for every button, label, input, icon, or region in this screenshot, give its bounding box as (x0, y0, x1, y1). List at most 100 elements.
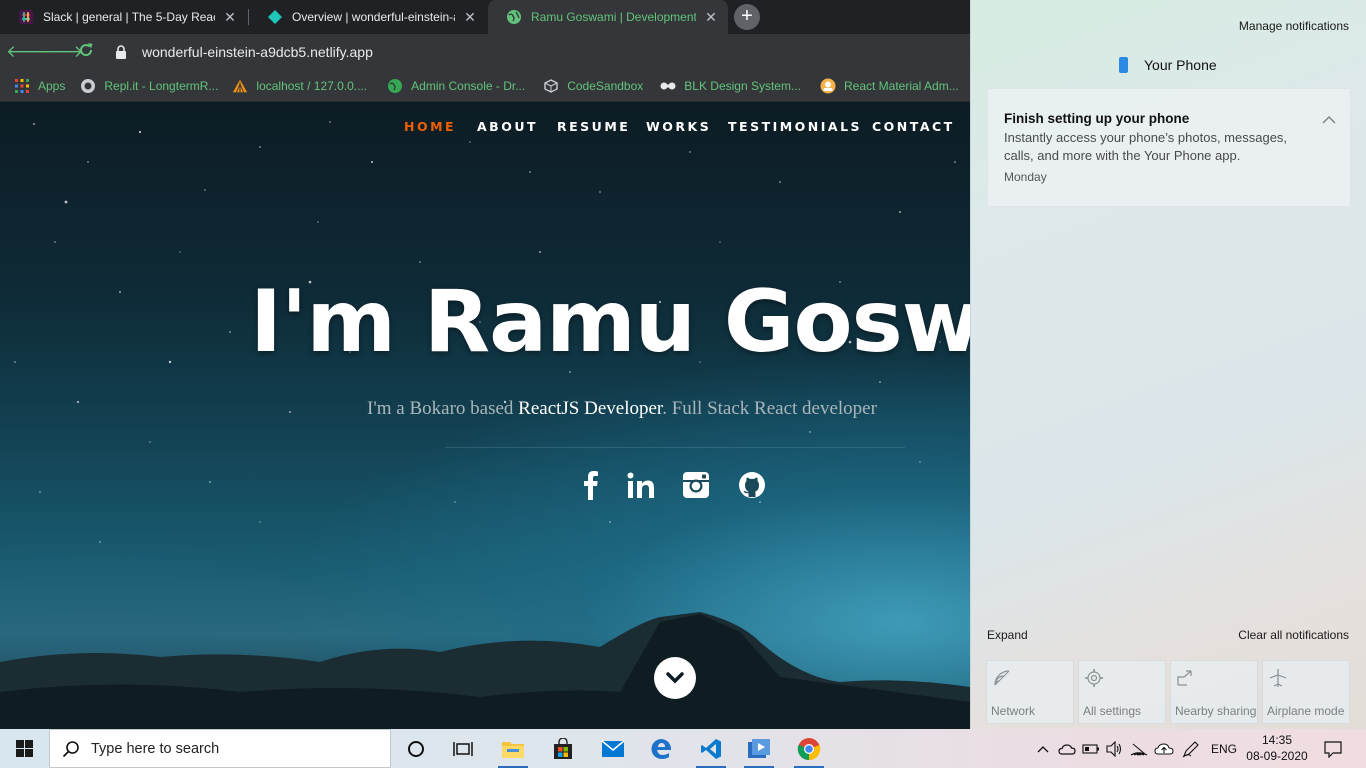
clock-date: 08-09-2020 (1246, 749, 1308, 763)
expand-link[interactable]: Expand (987, 628, 1028, 642)
bookmark-label: React Material Adm... (843, 78, 959, 93)
task-view-icon[interactable] (440, 729, 486, 768)
bookmark-apps[interactable]: Apps (14, 78, 65, 94)
nav-about[interactable]: ABOUT (477, 119, 538, 134)
notification-group-header[interactable]: Your Phone (1119, 57, 1217, 73)
quick-action-label: Nearby sharing (1175, 704, 1257, 718)
quick-action-nearby-sharing[interactable]: Nearby sharing (1170, 660, 1258, 724)
start-button[interactable] (0, 729, 48, 768)
hero-sub-strong: ReactJS Developer (518, 398, 663, 419)
address-bar[interactable]: wonderful-einstein-a9dcb5.netlify.app (112, 38, 970, 66)
portfolio-page: HOME ABOUT RESUME WORKS TESTIMONIALS CON… (0, 102, 970, 729)
close-tab-icon[interactable]: ✕ (704, 9, 718, 26)
bookmark-label: Apps (38, 78, 66, 93)
windows-logo-icon (15, 740, 33, 757)
bookmark-label: Repl.it - LongtermR... (104, 78, 219, 93)
taskbar-search-box[interactable]: Type here to search (49, 729, 391, 768)
bookmark-blk-design[interactable]: BLK Design System... (660, 78, 801, 94)
notification-card[interactable]: Finish setting up your phone Instantly a… (987, 88, 1351, 207)
scroll-down-button[interactable] (654, 657, 696, 699)
lock-icon[interactable] (112, 43, 130, 61)
language-indicator[interactable]: ENG (1206, 729, 1242, 768)
reload-button[interactable] (70, 42, 102, 63)
volume-icon[interactable] (1104, 729, 1126, 768)
browser-tab-slack[interactable]: Slack | general | The 5-Day React ✕ (0, 0, 247, 34)
store-icon[interactable] (540, 729, 586, 768)
network-icon (994, 670, 1010, 686)
file-explorer-icon[interactable] (490, 729, 536, 768)
nav-resume[interactable]: RESUME (557, 119, 630, 134)
system-clock[interactable]: 14:35 08-09-2020 (1244, 732, 1310, 764)
quick-action-label: Airplane mode (1267, 704, 1345, 718)
wifi-icon[interactable] (1128, 729, 1150, 768)
bookmark-codesandbox[interactable]: CodeSandbox (543, 78, 643, 94)
windows-taskbar: Type here to search ENG 14:35 08-09-2020 (0, 729, 1366, 768)
apps-grid-icon (14, 78, 30, 94)
forward-button[interactable]: 🡒 (38, 42, 84, 62)
back-button[interactable]: 🡐 (6, 42, 52, 62)
browser-tab-portfolio[interactable]: Ramu Goswami | Development ✕ (488, 0, 728, 34)
vscode-icon[interactable] (688, 729, 734, 768)
notification-center-icon[interactable] (1318, 729, 1348, 768)
bookmark-react-material[interactable]: React Material Adm... (820, 78, 959, 94)
browser-tab-netlify[interactable]: Overview | wonderful-einstein-a9 ✕ (249, 0, 487, 34)
facebook-icon[interactable] (576, 468, 606, 502)
your-phone-icon (1119, 57, 1128, 73)
browser-tab-strip: Slack | general | The 5-Day React ✕ Over… (0, 0, 970, 34)
close-tab-icon[interactable]: ✕ (223, 9, 237, 26)
cortana-icon[interactable] (393, 729, 439, 768)
material-icon (820, 78, 836, 94)
cloud-icon[interactable] (1152, 729, 1176, 768)
globe-icon (506, 9, 522, 25)
linkedin-icon[interactable] (624, 468, 658, 502)
bookmark-label: CodeSandbox (567, 78, 644, 93)
slack-icon (18, 9, 34, 25)
media-player-icon[interactable] (736, 729, 782, 768)
quick-action-airplane-mode[interactable]: Airplane mode (1262, 660, 1350, 724)
nav-works[interactable]: WORKS (646, 119, 711, 134)
onedrive-icon[interactable] (1056, 729, 1078, 768)
bookmark-label: Admin Console - Dr... (411, 78, 526, 93)
new-tab-button[interactable]: + (734, 4, 760, 30)
bookmark-admin-console[interactable]: Admin Console - Dr... (387, 78, 525, 94)
bookmark-localhost[interactable]: localhost / 127.0.0.... (232, 78, 367, 94)
clock-time: 14:35 (1261, 733, 1293, 747)
battery-icon[interactable] (1080, 729, 1102, 768)
notification-body: Instantly access your phone’s photos, me… (1004, 130, 1288, 163)
github-icon[interactable] (736, 468, 768, 502)
quick-action-all-settings[interactable]: All settings (1078, 660, 1166, 724)
gear-icon (1085, 669, 1103, 687)
quick-action-label: Network (991, 704, 1036, 718)
clear-all-notifications-link[interactable]: Clear all notifications (1238, 628, 1349, 642)
share-icon (1177, 670, 1192, 686)
nav-testimonials[interactable]: TESTIMONIALS (728, 119, 862, 134)
bookmark-replit[interactable]: Repl.it - LongtermR... (80, 78, 218, 94)
site-navigation: HOME ABOUT RESUME WORKS TESTIMONIALS CON… (0, 119, 970, 135)
action-center-panel: Manage notifications Your Phone Finish s… (970, 0, 1366, 729)
pen-icon[interactable] (1180, 729, 1202, 768)
search-icon (62, 740, 79, 757)
phpmyadmin-icon (232, 78, 248, 94)
chevron-up-icon[interactable] (1322, 115, 1336, 125)
airplane-icon (1269, 669, 1287, 687)
mail-icon[interactable] (590, 729, 636, 768)
bookmarks-bar: Apps Repl.it - LongtermR... localhost / … (0, 70, 970, 102)
chrome-icon[interactable] (786, 729, 832, 768)
tab-title: Overview | wonderful-einstein-a9 (292, 10, 455, 24)
close-tab-icon[interactable]: ✕ (463, 9, 477, 26)
browser-toolbar: 🡐 🡒 wonderful-einstein-a9dcb5.netlify.ap… (0, 34, 970, 70)
search-placeholder: Type here to search (91, 740, 220, 757)
chevron-up-icon[interactable] (1034, 729, 1052, 768)
nav-contact[interactable]: CONTACT (872, 119, 955, 134)
bookmark-label: localhost / 127.0.0.... (256, 78, 368, 93)
nav-home[interactable]: HOME (404, 119, 456, 134)
edge-icon[interactable] (638, 729, 684, 768)
hero-title: I'm Ramu Goswa (250, 272, 970, 372)
hero-sub-suffix: . Full Stack React developer (662, 398, 877, 419)
instagram-icon[interactable] (680, 468, 712, 502)
chevron-down-icon (666, 672, 684, 684)
manage-notifications-link[interactable]: Manage notifications (1239, 19, 1349, 33)
quick-action-network[interactable]: Network (986, 660, 1074, 724)
reload-icon (80, 42, 93, 56)
hero-subtitle: I'm a Bokaro based ReactJS Developer. Fu… (367, 398, 877, 420)
